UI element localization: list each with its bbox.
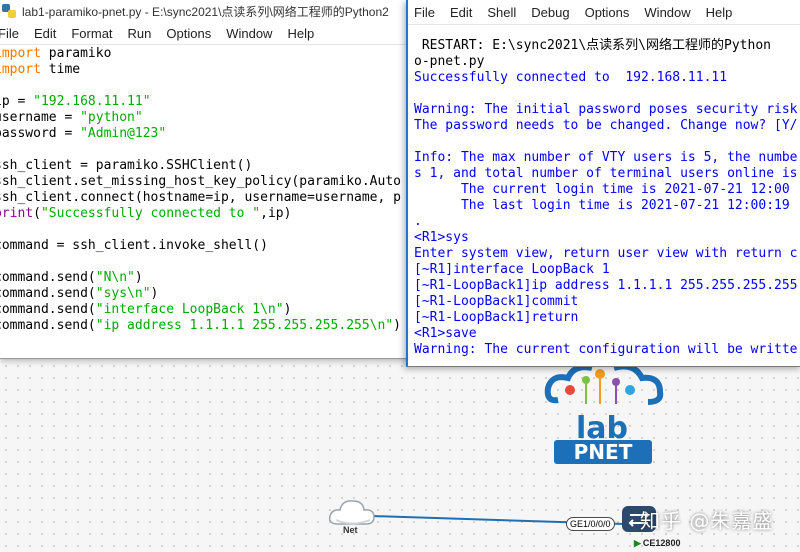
pnet-logo: lab PNET bbox=[544, 363, 664, 464]
shell-menu-edit[interactable]: Edit bbox=[450, 5, 472, 20]
editor-titlebar[interactable]: lab1-paramiko-pnet.py - E:\sync2021\点读系列… bbox=[0, 0, 410, 22]
code-line: command.send("N\n") bbox=[0, 270, 143, 285]
code-line: import paramiko bbox=[0, 46, 112, 61]
editor-menu-options[interactable]: Options bbox=[166, 26, 220, 41]
code-line: command.send("ip address 1.1.1.1 255.255… bbox=[0, 318, 401, 333]
editor-menu-run[interactable]: Run bbox=[128, 26, 161, 41]
shell-line: o-pnet.py bbox=[414, 54, 485, 69]
switch-name: CE12800 bbox=[642, 538, 681, 548]
code-line: ssh_client.set_missing_host_key_policy(p… bbox=[0, 174, 401, 189]
interface-label[interactable]: GE1/0/0/0 bbox=[566, 517, 615, 531]
editor-menu-help[interactable]: Help bbox=[287, 26, 323, 41]
shell-line: . bbox=[414, 214, 422, 229]
editor-window[interactable]: lab1-paramiko-pnet.py - E:\sync2021\点读系列… bbox=[0, 0, 411, 359]
python-icon bbox=[2, 4, 16, 18]
shell-line: The last login time is 2021-07-21 12:00:… bbox=[414, 198, 790, 213]
code-line: username = "python" bbox=[0, 110, 143, 125]
shell-output[interactable]: RESTART: E:\sync2021\点读系列\网络工程师的Python o-… bbox=[414, 22, 800, 366]
running-indicator-icon: ▶ bbox=[634, 538, 641, 548]
shell-line: [~R1-LoopBack1]ip address 1.1.1.1 255.25… bbox=[414, 278, 798, 293]
shell-line: Info: The max number of VTY users is 5, … bbox=[414, 150, 798, 165]
editor-menu-window[interactable]: Window bbox=[226, 26, 281, 41]
shell-line: <R1>save bbox=[414, 326, 477, 341]
shell-line: The password needs to be changed. Change… bbox=[414, 118, 798, 133]
shell-menu-file[interactable]: File bbox=[414, 5, 435, 20]
shell-line: Successfully connected to 192.168.11.11 bbox=[414, 70, 728, 85]
editor-title: lab1-paramiko-pnet.py - E:\sync2021\点读系列… bbox=[22, 4, 389, 19]
shell-line: s 1, and total number of terminal users … bbox=[414, 166, 798, 181]
shell-line: The current login time is 2021-07-21 12:… bbox=[414, 182, 790, 197]
code-editor[interactable]: import paramiko import time ip = "192.16… bbox=[0, 44, 410, 358]
shell-line: Warning: The current configuration will … bbox=[414, 342, 798, 357]
code-line: command.send("sys\n") bbox=[0, 286, 159, 301]
code-line: ip = "192.168.11.11" bbox=[0, 94, 151, 109]
watermark: 知乎 @朱嘉盛 bbox=[640, 509, 774, 533]
code-line: import time bbox=[0, 62, 81, 77]
shell-window[interactable]: File Edit Shell Debug Options Window Hel… bbox=[406, 0, 800, 367]
shell-line: <R1>sys bbox=[414, 230, 469, 245]
editor-menu-file[interactable]: File bbox=[0, 26, 28, 41]
shell-line: [~R1]interface LoopBack 1 bbox=[414, 262, 610, 277]
code-line: print("Successfully connected to ",ip) bbox=[0, 206, 292, 221]
code-line: password = "Admin@123" bbox=[0, 126, 167, 141]
shell-line: Enter system view, return user view with… bbox=[414, 246, 798, 261]
shell-line: RESTART: E:\sync2021\点读系列\网络工程师的Python bbox=[414, 38, 771, 53]
code-line: ssh_client.connect(hostname=ip, username… bbox=[0, 190, 401, 205]
net-node-label: Net bbox=[343, 525, 358, 535]
code-line: command.send("interface LoopBack 1\n") bbox=[0, 302, 292, 317]
editor-menu-edit[interactable]: Edit bbox=[34, 26, 65, 41]
logo-pnet-text: PNET bbox=[574, 440, 633, 464]
switch-node-label: ▶ CE12800 bbox=[634, 538, 680, 549]
shell-menu-options[interactable]: Options bbox=[585, 5, 630, 20]
shell-menu-debug[interactable]: Debug bbox=[531, 5, 569, 20]
code-line: command = ssh_client.invoke_shell() bbox=[0, 238, 268, 253]
shell-line: Warning: The initial password poses secu… bbox=[414, 102, 798, 117]
shell-menu-window[interactable]: Window bbox=[644, 5, 690, 20]
code-line: ssh_client = paramiko.SSHClient() bbox=[0, 158, 253, 173]
shell-line: [~R1-LoopBack1]return bbox=[414, 310, 579, 325]
editor-menubar: File Edit Format Run Options Window Help bbox=[0, 22, 410, 45]
shell-menu-help[interactable]: Help bbox=[706, 5, 733, 20]
shell-line: [~R1-LoopBack1]commit bbox=[414, 294, 579, 309]
editor-menu-format[interactable]: Format bbox=[71, 26, 121, 41]
shell-menu-shell[interactable]: Shell bbox=[487, 5, 516, 20]
